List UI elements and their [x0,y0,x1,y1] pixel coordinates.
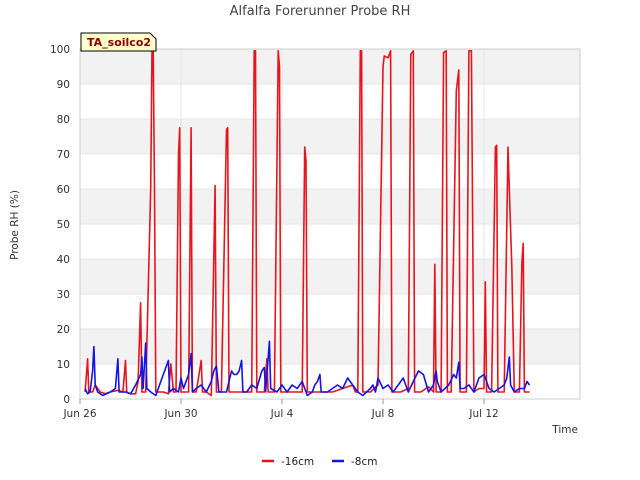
grid-band [80,49,580,84]
site-label: TA_soilco2 [87,36,151,49]
y-tick-label: 90 [57,79,70,91]
x-tick-label: Jul 4 [270,408,294,420]
legend-label: -8cm [351,456,377,468]
legend: -16cm -8cm [262,456,377,468]
y-tick-label: 40 [57,254,70,266]
x-tick-label: Jul 8 [371,408,395,420]
legend-label: -16cm [281,456,314,468]
x-tick-label: Jun 30 [163,408,197,420]
rh-line-chart: Alfalfa Forerunner Probe RH 0 10 20 30 40 50 6… [9,4,581,468]
y-tick-label: 80 [57,114,70,126]
y-tick-label: 20 [57,324,70,336]
x-axis-title: Time [551,424,578,436]
grid-band [80,119,580,154]
y-axis-title: Probe RH (%) [9,190,21,260]
y-tick-label: 60 [57,184,70,196]
site-label-badge: TA_soilco2 [80,32,157,52]
y-axis-ticks: 0 10 20 30 40 50 60 70 80 90 100 [50,44,70,406]
x-tick-label: Jul 12 [468,408,498,420]
y-tick-label: 70 [57,149,70,161]
y-tick-label: 10 [57,359,70,371]
y-tick-label: 30 [57,289,70,301]
chart-title: Alfalfa Forerunner Probe RH [230,4,411,19]
y-tick-label: 50 [57,219,70,231]
y-tick-label: 100 [50,44,70,56]
y-tick-label: 0 [63,394,70,406]
x-tick-label: Jun 26 [62,408,96,420]
x-axis-ticks: Jun 26 Jun 30 Jul 4 Jul 8 Jul 12 [62,399,499,420]
plot-area [79,48,581,400]
